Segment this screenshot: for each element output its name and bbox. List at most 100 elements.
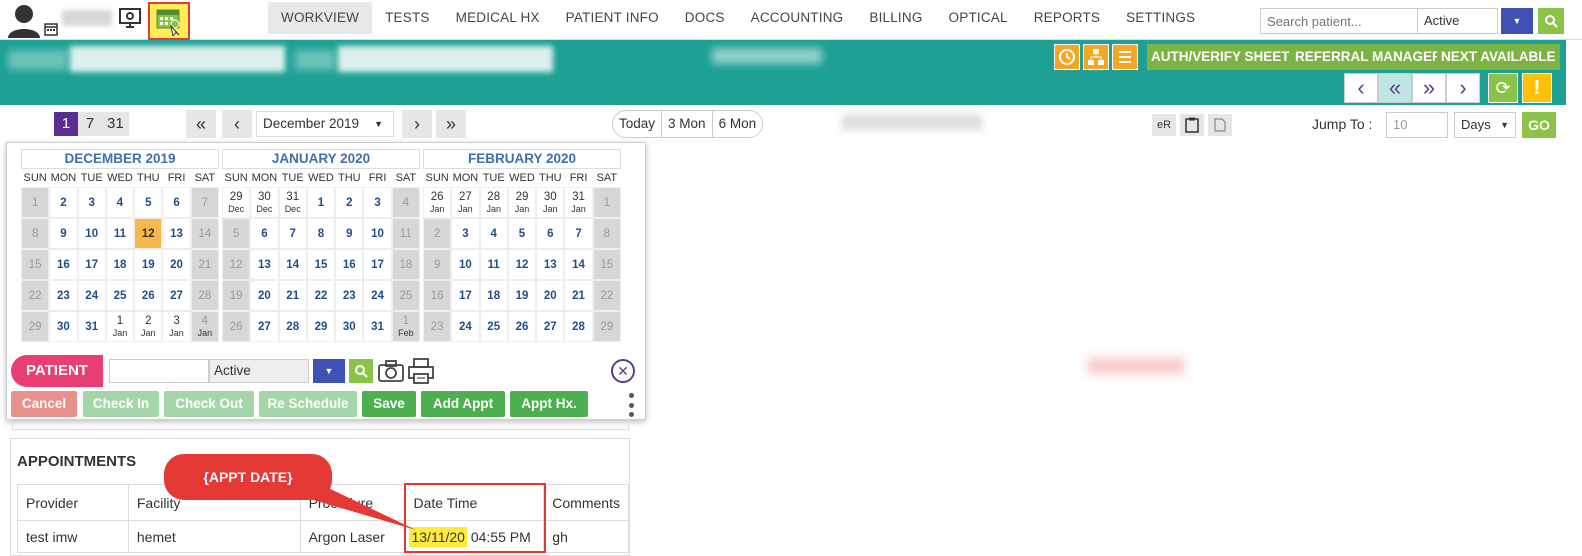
nav-docs[interactable]: DOCS [672, 2, 738, 34]
calendar-day[interactable]: 20 [536, 280, 565, 311]
calendar-day[interactable]: 1 [592, 187, 621, 218]
calendar-day[interactable]: 3 [77, 187, 106, 218]
calendar-day-selected[interactable]: 12 [134, 218, 163, 249]
close-icon[interactable]: ✕ [611, 359, 635, 383]
view-31-day-button[interactable]: 31 [102, 112, 129, 136]
calendar-day[interactable]: 9 [49, 218, 78, 249]
calendar-day[interactable]: 3 [363, 187, 392, 218]
calendar-day[interactable]: 26 Jan [423, 187, 452, 218]
chevron-right-icon[interactable]: › [402, 110, 432, 138]
save-button[interactable]: Save [362, 391, 416, 417]
calendar-day[interactable]: 9 [335, 218, 364, 249]
calendar-day[interactable]: 10 [77, 218, 106, 249]
calendar-day[interactable]: 15 [21, 249, 50, 280]
calendar-day[interactable]: 13 [162, 218, 191, 249]
check-out-button[interactable]: Check Out [164, 391, 254, 417]
list-icon[interactable] [1112, 44, 1138, 70]
double-chevron-right-icon[interactable]: » [436, 110, 466, 138]
calendar-day[interactable]: 1 Feb [391, 311, 420, 342]
calendar-day[interactable]: 16 [423, 280, 452, 311]
jump-unit-select[interactable]: Days ▼ [1454, 112, 1516, 138]
chevron-down-icon[interactable]: ▼ [313, 359, 345, 383]
view-1-day-button[interactable]: 1 [54, 112, 78, 136]
double-chevron-left-icon[interactable]: « [186, 110, 216, 138]
search-status-select[interactable]: Active [1418, 8, 1498, 34]
calendar-day[interactable]: 22 [21, 280, 50, 311]
history-icon[interactable] [1054, 44, 1080, 70]
chevron-left-icon[interactable]: ‹ [1344, 73, 1378, 103]
calendar-day[interactable]: 29 [592, 311, 621, 342]
calendar-day[interactable]: 12 [222, 249, 251, 280]
search-icon[interactable] [349, 359, 373, 383]
monitor-settings-icon[interactable] [118, 6, 142, 30]
calendar-day[interactable]: 3 [451, 218, 480, 249]
calendar-day[interactable]: 30 Dec [250, 187, 279, 218]
calendar-day[interactable]: 2 Jan [134, 311, 163, 342]
calendar-day[interactable]: 31 [363, 311, 392, 342]
calendar-small-icon[interactable] [44, 22, 58, 36]
clipboard-icon[interactable] [1180, 114, 1204, 136]
nav-optical[interactable]: OPTICAL [936, 2, 1021, 34]
refresh-icon[interactable]: ⟳ [1488, 73, 1518, 103]
jump-to-input[interactable]: 10 [1386, 112, 1448, 138]
calendar-day[interactable]: 27 Jan [451, 187, 480, 218]
calendar-day[interactable]: 2 [49, 187, 78, 218]
calendar-day[interactable]: 21 [564, 280, 593, 311]
calendar-day[interactable]: 3 Jan [162, 311, 191, 342]
calendar-day[interactable]: 10 [363, 218, 392, 249]
calendar-day[interactable]: 8 [306, 218, 336, 249]
chevron-left-icon[interactable]: ‹ [222, 110, 252, 138]
calendar-day[interactable]: 25 [105, 280, 135, 311]
calendar-day[interactable]: 30 [335, 311, 364, 342]
calendar-day[interactable]: 15 [306, 249, 336, 280]
calendar-day[interactable]: 1 [21, 187, 50, 218]
calendar-day[interactable]: 6 [250, 218, 279, 249]
go-button[interactable]: GO [1522, 112, 1556, 138]
alert-icon[interactable]: ! [1522, 73, 1552, 103]
calendar-day[interactable]: 8 [21, 218, 50, 249]
calendar-day[interactable]: 15 [592, 249, 621, 280]
3-month-button[interactable]: 3 Mon [662, 111, 713, 137]
calendar-day[interactable]: 2 [423, 218, 452, 249]
calendar-day[interactable]: 19 [222, 280, 251, 311]
chevron-right-icon[interactable]: › [1446, 73, 1480, 103]
calendar-day[interactable]: 26 [507, 311, 537, 342]
scheduler-icon[interactable] [148, 2, 190, 40]
calendar-day[interactable]: 25 [479, 311, 508, 342]
calendar-day[interactable]: 11 [391, 218, 420, 249]
column-provider[interactable]: Provider [17, 484, 129, 521]
nav-workview[interactable]: WORKVIEW [268, 2, 373, 34]
calendar-day[interactable]: 31 [77, 311, 106, 342]
calendar-day[interactable]: 24 [451, 311, 480, 342]
calendar-day[interactable]: 23 [49, 280, 78, 311]
nav-billing[interactable]: BILLING [856, 2, 935, 34]
calendar-day[interactable]: 19 [134, 249, 163, 280]
referral-manager-button[interactable]: REFERRAL MANAGER [1291, 44, 1446, 70]
calendar-day[interactable]: 27 [536, 311, 565, 342]
calendar-day[interactable]: 26 [134, 280, 163, 311]
nav-reports[interactable]: REPORTS [1021, 2, 1113, 34]
calendar-day[interactable]: 24 [77, 280, 106, 311]
appt-hx-button[interactable]: Appt Hx. [510, 391, 588, 417]
calendar-day[interactable]: 21 [190, 249, 219, 280]
calendar-day[interactable]: 18 [479, 280, 508, 311]
calendar-day[interactable]: 1 Jan [105, 311, 135, 342]
printer-icon[interactable] [407, 357, 435, 385]
calendar-day[interactable]: 26 [222, 311, 251, 342]
calendar-day[interactable]: 18 [105, 249, 135, 280]
calendar-day[interactable]: 29 Jan [507, 187, 537, 218]
column-comments[interactable]: Comments [543, 484, 629, 521]
calendar-day[interactable]: 20 [162, 249, 191, 280]
calendar-day[interactable]: 28 Jan [479, 187, 508, 218]
nav-medical-hx[interactable]: MEDICAL HX [443, 2, 553, 34]
calendar-day[interactable]: 21 [278, 280, 307, 311]
today-button[interactable]: Today [613, 111, 663, 137]
calendar-day[interactable]: 28 [190, 280, 219, 311]
calendar-day[interactable]: 11 [479, 249, 508, 280]
calendar-day[interactable]: 10 [451, 249, 480, 280]
calendar-day[interactable]: 28 [278, 311, 307, 342]
calendar-day[interactable]: 31 Dec [278, 187, 307, 218]
search-patient-input[interactable] [1260, 8, 1418, 34]
calendar-day[interactable]: 14 [190, 218, 219, 249]
calendar-day[interactable]: 6 [536, 218, 565, 249]
